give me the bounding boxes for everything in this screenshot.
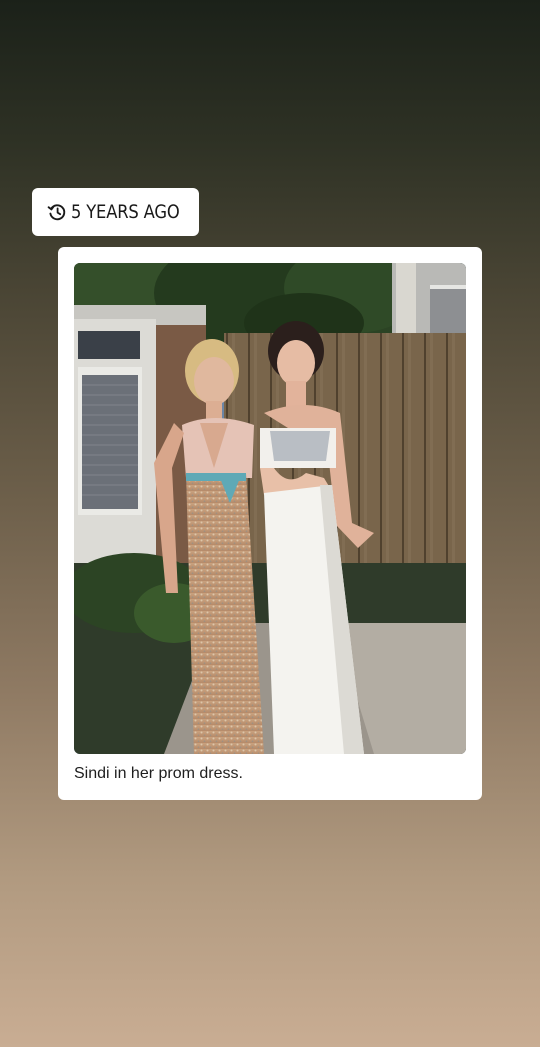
memory-photo[interactable]	[74, 263, 466, 754]
memory-caption: Sindi in her prom dress.	[74, 765, 243, 782]
memory-time-label: 5 YEARS AGO	[71, 201, 180, 223]
history-icon	[47, 202, 67, 222]
memory-card[interactable]: Sindi in her prom dress.	[58, 247, 482, 800]
memory-time-badge: 5 YEARS AGO	[32, 188, 199, 236]
